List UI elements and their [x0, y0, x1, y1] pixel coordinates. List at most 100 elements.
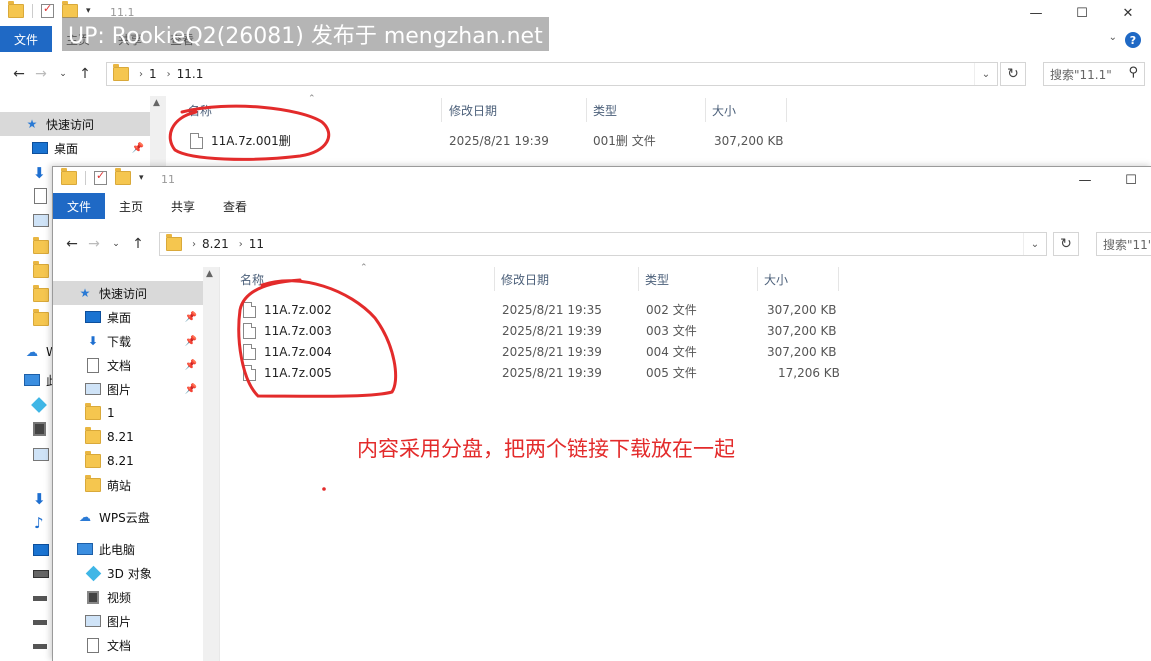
forward-arrow-icon[interactable]: → — [83, 236, 105, 252]
sidebar-item-label: 桌面 — [54, 141, 79, 156]
sidebar-item-mengzhan[interactable]: 萌站 — [53, 473, 203, 497]
column-divider[interactable] — [638, 267, 639, 291]
recent-locations-icon[interactable]: ⌄ — [52, 69, 74, 79]
sidebar-item-this-pc[interactable]: 此电脑 — [53, 537, 203, 561]
sidebar-item-wps-cloud[interactable]: ☁ WPS云盘 — [53, 505, 203, 529]
up-arrow-icon[interactable]: ↑ — [74, 66, 96, 82]
back-nav-scrollbar[interactable]: ▲ — [150, 96, 166, 166]
address-dropdown-icon[interactable]: ⌄ — [974, 63, 997, 85]
sidebar-item-downloads[interactable]: ⬇ 下载 📌 — [53, 329, 203, 353]
refresh-button[interactable]: ↻ — [1000, 62, 1026, 86]
front-explorer-window: ▾ 11 — ☐ 文件 主页 共享 查看 ← → ⌄ ↑ › 8.21 › 11… — [52, 166, 1151, 661]
forward-arrow-icon[interactable]: → — [30, 66, 52, 82]
sidebar-item-pictures[interactable]: 图片 📌 — [53, 377, 203, 401]
help-icon[interactable]: ? — [1125, 32, 1141, 48]
minimize-button[interactable]: — — [1062, 167, 1108, 193]
table-row[interactable]: 11A.7z.005 2025/8/21 19:39 005 文件 17,206… — [243, 362, 843, 383]
table-row[interactable]: 11A.7z.003 2025/8/21 19:39 003 文件 307,20… — [243, 320, 843, 341]
file-date: 2025/8/21 19:35 — [502, 302, 602, 317]
column-header-type[interactable]: 类型 — [645, 267, 669, 291]
back-arrow-icon[interactable]: ← — [61, 236, 83, 252]
sidebar-item-documents-pc[interactable]: 文档 — [53, 633, 203, 657]
pane-divider[interactable] — [219, 267, 220, 661]
breadcrumb-item[interactable]: 8.21 — [202, 237, 229, 251]
file-size: 307,200 KB — [767, 344, 837, 359]
file-name: 11A.7z.001删 — [211, 134, 291, 148]
tab-file[interactable]: 文件 — [0, 26, 53, 52]
column-divider[interactable] — [494, 267, 495, 291]
column-header-date[interactable]: 修改日期 — [449, 98, 497, 122]
sidebar-item-desktop[interactable]: 桌面 📌 — [0, 136, 150, 160]
front-nav-scrollbar[interactable]: ▲ — [203, 267, 219, 661]
customize-dropdown-icon[interactable]: ▾ — [139, 173, 144, 183]
new-folder-icon[interactable] — [62, 1, 78, 18]
front-ribbon-tabs: 文件 主页 共享 查看 — [53, 193, 1151, 219]
column-divider[interactable] — [705, 98, 706, 122]
pin-icon: 📌 — [184, 383, 197, 395]
column-header-size[interactable]: 大小 — [764, 267, 788, 291]
sidebar-item-label: 快速访问 — [46, 117, 95, 132]
tab-file[interactable]: 文件 — [53, 193, 106, 219]
back-arrow-icon[interactable]: ← — [8, 66, 30, 82]
maximize-button[interactable]: ☐ — [1108, 167, 1151, 193]
pictures-icon — [33, 448, 49, 461]
pin-icon: 📌 — [184, 311, 197, 323]
breadcrumb-item[interactable]: 11.1 — [177, 67, 204, 81]
divider — [32, 4, 33, 18]
address-bar[interactable]: › 1 › 11.1 ⌄ — [106, 62, 998, 86]
column-divider[interactable] — [441, 98, 442, 122]
sidebar-item-folder-1[interactable]: 1 — [53, 401, 203, 425]
column-header-name[interactable]: 名称 — [240, 267, 264, 291]
column-header-size[interactable]: 大小 — [712, 98, 736, 122]
new-folder-icon[interactable] — [115, 168, 131, 185]
breadcrumb-item[interactable]: 11 — [249, 237, 264, 251]
table-row[interactable]: 11A.7z.002 2025/8/21 19:35 002 文件 307,20… — [243, 299, 843, 320]
sidebar-item-3d-objects[interactable]: 3D 对象 — [53, 561, 203, 585]
search-input[interactable]: 搜索"11" — [1096, 232, 1151, 256]
column-divider[interactable] — [786, 98, 787, 122]
table-row[interactable]: 11A.7z.001删 2025/8/21 19:39 001删 文件 307,… — [190, 130, 790, 151]
pin-icon: 📌 — [184, 359, 197, 371]
up-arrow-icon[interactable]: ↑ — [127, 236, 149, 252]
sidebar-item-videos[interactable]: 视频 — [53, 585, 203, 609]
column-divider[interactable] — [757, 267, 758, 291]
sidebar-item-documents[interactable]: 文档 📌 — [53, 353, 203, 377]
close-button[interactable]: ✕ — [1105, 0, 1151, 26]
file-icon — [190, 132, 203, 149]
column-divider[interactable] — [838, 267, 839, 291]
column-header-type[interactable]: 类型 — [593, 98, 617, 122]
file-name: 11A.7z.004 — [264, 344, 332, 359]
column-header-name[interactable]: 名称 — [188, 98, 212, 122]
column-header-date[interactable]: 修改日期 — [501, 267, 549, 291]
properties-icon[interactable] — [41, 2, 54, 18]
sidebar-item-quick-access[interactable]: ★ 快速访问 — [0, 112, 150, 136]
customize-dropdown-icon[interactable]: ▾ — [86, 6, 91, 16]
address-dropdown-icon[interactable]: ⌄ — [1023, 233, 1046, 255]
sidebar-item-folder-821[interactable]: 8.21 — [53, 425, 203, 449]
column-divider[interactable] — [586, 98, 587, 122]
breadcrumb-item[interactable]: 1 — [149, 67, 157, 81]
search-input[interactable]: 搜索"11.1" ⚲ — [1043, 62, 1145, 86]
scroll-up-icon[interactable]: ▲ — [206, 269, 213, 279]
maximize-button[interactable]: ☐ — [1059, 0, 1105, 26]
minimize-button[interactable]: — — [1013, 0, 1059, 26]
sidebar-item-pictures-pc[interactable]: 图片 — [53, 609, 203, 633]
scroll-up-icon[interactable]: ▲ — [153, 98, 160, 108]
address-bar[interactable]: › 8.21 › 11 ⌄ — [159, 232, 1047, 256]
tab-home[interactable]: 主页 — [105, 193, 157, 219]
sidebar-item-quick-access[interactable]: ★ 快速访问 — [53, 281, 203, 305]
sidebar-item-label: 8.21 — [107, 454, 134, 468]
refresh-button[interactable]: ↻ — [1053, 232, 1079, 256]
file-type: 003 文件 — [646, 324, 697, 338]
recent-locations-icon[interactable]: ⌄ — [105, 239, 127, 249]
folder-icon — [33, 309, 49, 326]
expand-ribbon-icon[interactable]: ⌄ — [1109, 32, 1117, 43]
sidebar-item-folder-821-b[interactable]: 8.21 — [53, 449, 203, 473]
tab-share[interactable]: 共享 — [157, 193, 209, 219]
3d-objects-icon — [85, 565, 101, 581]
table-row[interactable]: 11A.7z.004 2025/8/21 19:39 004 文件 307,20… — [243, 341, 843, 362]
sidebar-item-desktop[interactable]: 桌面 📌 — [53, 305, 203, 329]
tab-view[interactable]: 查看 — [209, 193, 261, 219]
properties-icon[interactable] — [94, 169, 107, 185]
sidebar-item-label: 萌站 — [107, 478, 132, 493]
